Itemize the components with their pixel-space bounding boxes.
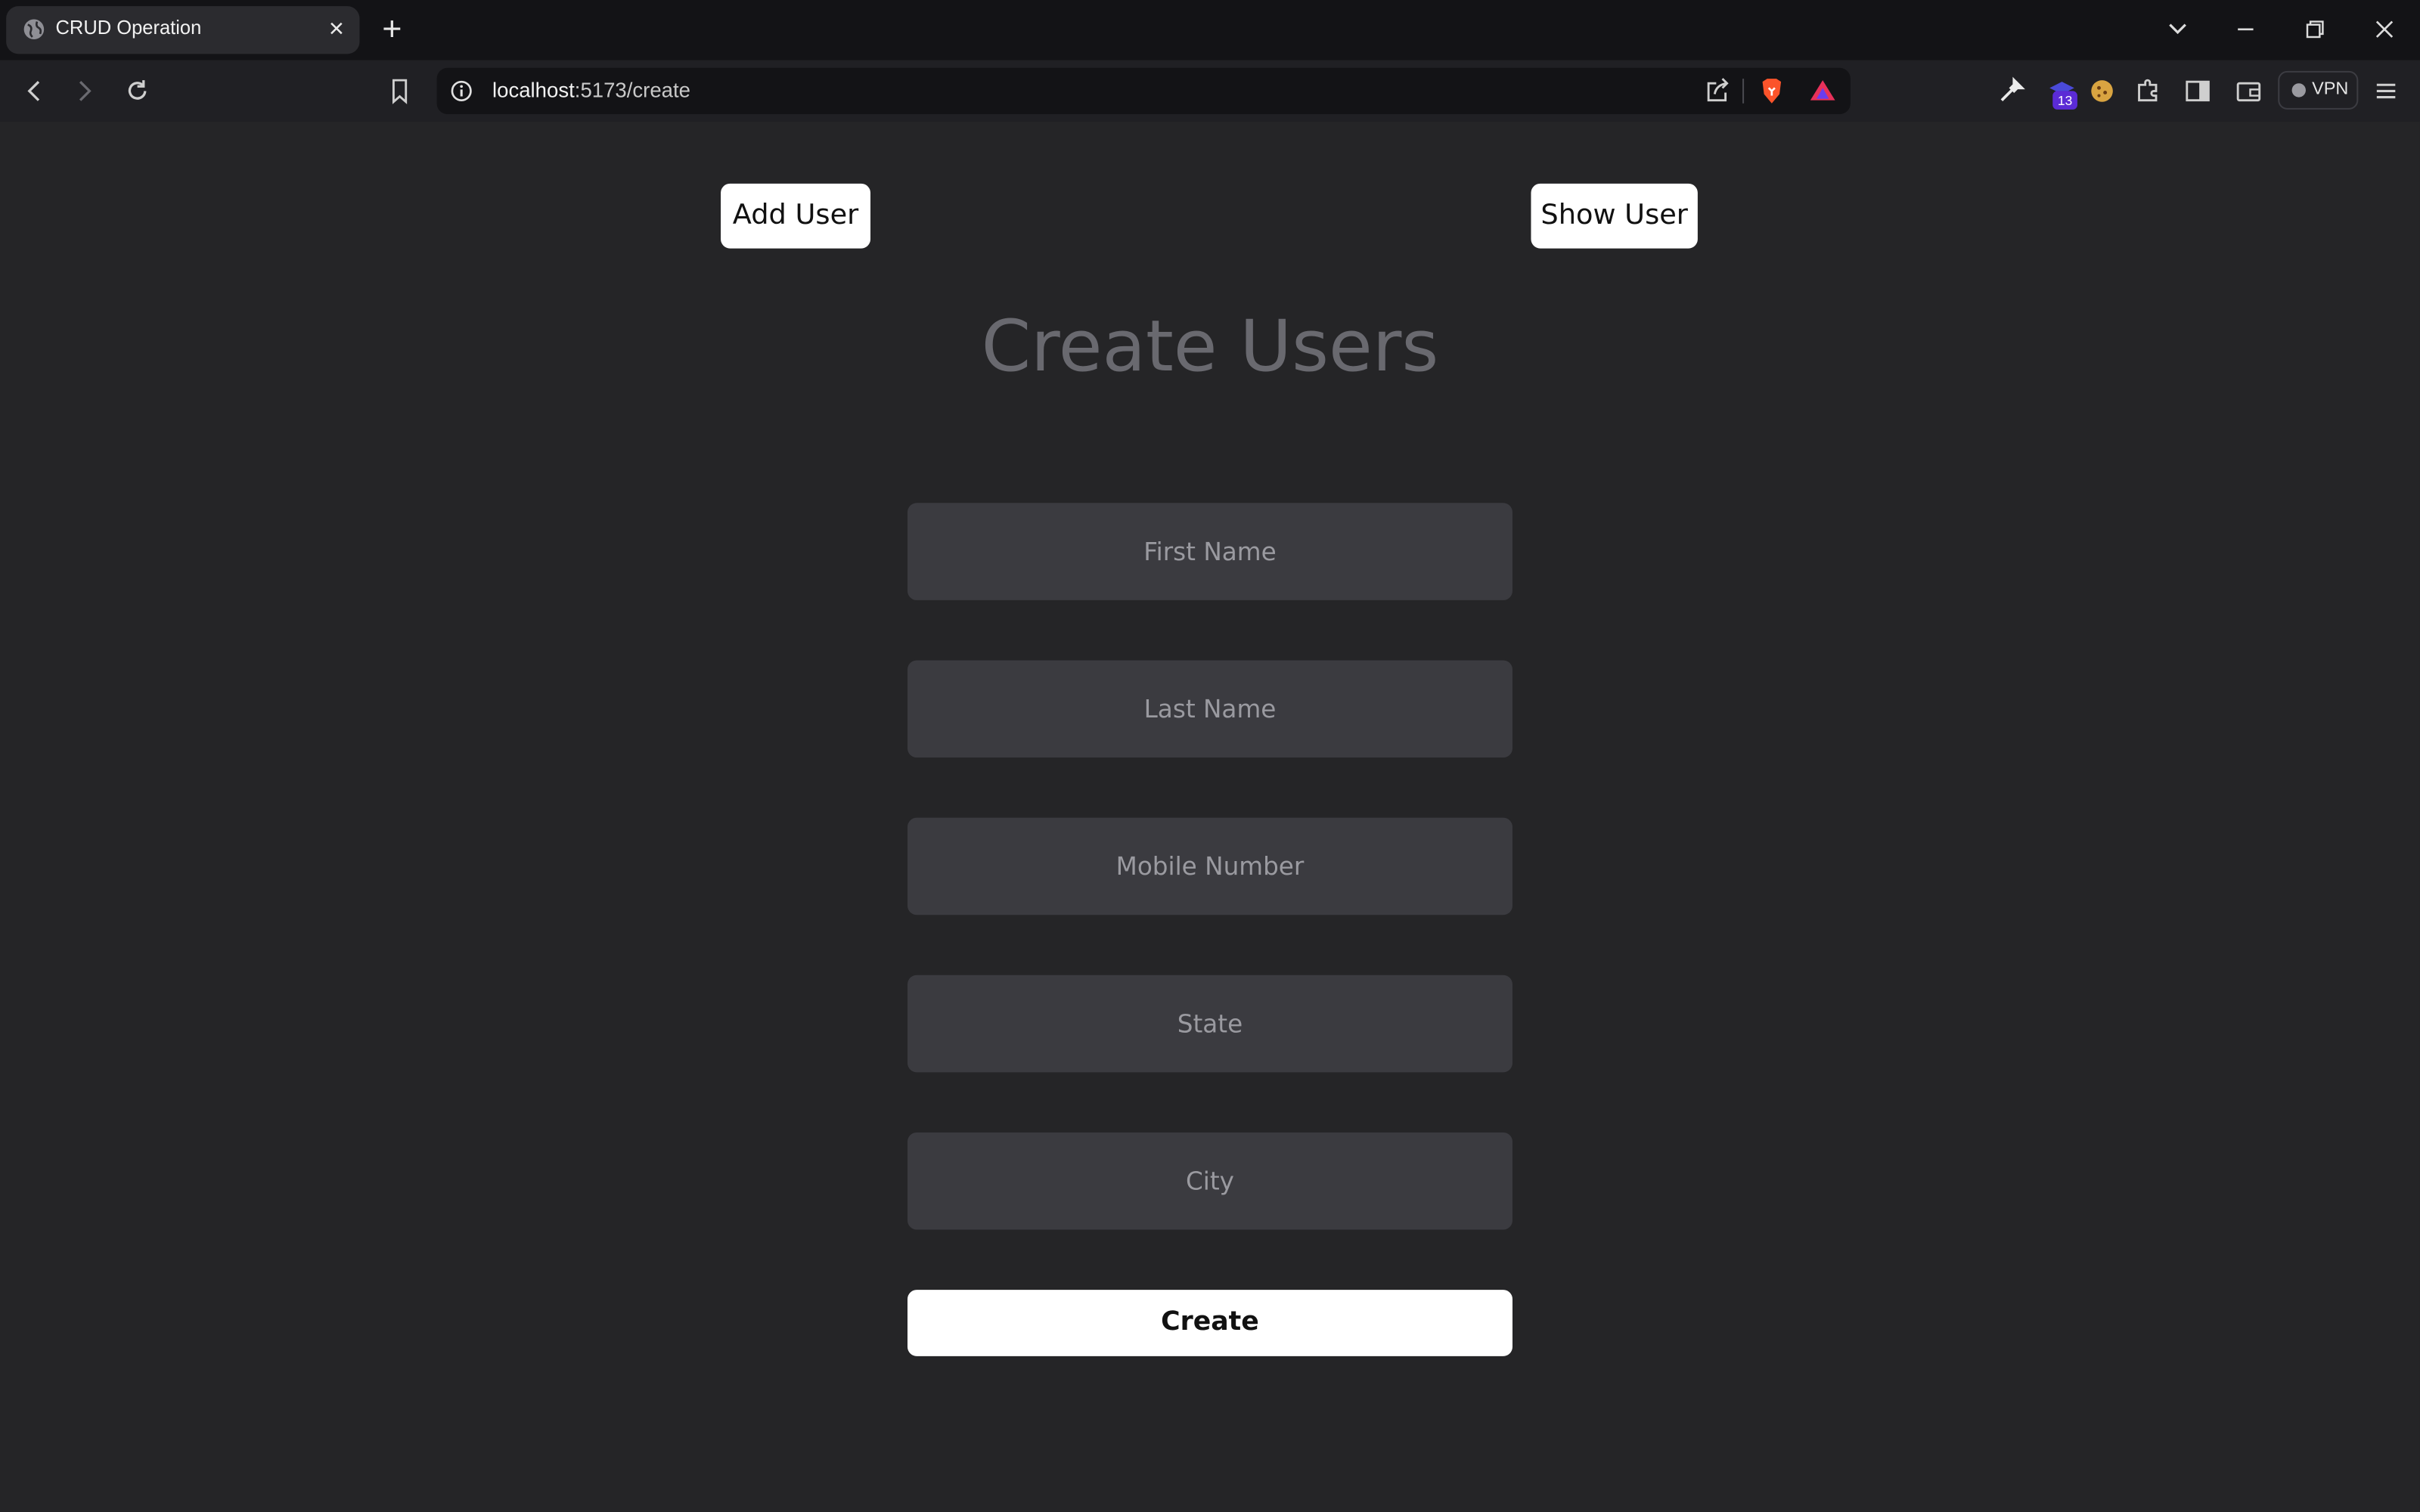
eyedropper-icon[interactable]	[1996, 76, 2027, 107]
minimize-icon[interactable]	[2229, 12, 2263, 46]
divider	[1742, 79, 1745, 104]
wallet-icon[interactable]	[2233, 76, 2264, 107]
create-button[interactable]: Create	[907, 1290, 1512, 1356]
show-user-button[interactable]: Show User	[1531, 183, 1698, 249]
site-info-icon[interactable]	[451, 80, 473, 102]
state-field[interactable]	[907, 974, 1512, 1073]
brave-rewards-icon[interactable]	[1807, 76, 1838, 107]
page-content: Add User Show User Create Users Create	[0, 122, 2420, 1512]
tab-title: CRUD Operation	[55, 17, 202, 39]
first-name-field[interactable]	[907, 503, 1512, 600]
sidebar-icon[interactable]	[2183, 76, 2214, 107]
brave-shields-icon[interactable]	[1756, 76, 1787, 107]
menu-hamburger-icon[interactable]	[2371, 76, 2402, 107]
back-icon[interactable]	[18, 76, 49, 107]
browser-tab[interactable]: CRUD Operation ×	[6, 6, 360, 54]
vpn-button[interactable]: VPN	[2278, 70, 2359, 110]
bookmark-icon[interactable]	[384, 76, 415, 107]
tab-search-chevron-icon[interactable]	[2161, 12, 2195, 46]
reload-icon[interactable]	[122, 76, 153, 107]
vpn-status-icon	[2291, 83, 2306, 98]
new-tab-icon[interactable]: +	[377, 11, 408, 45]
cookie-icon[interactable]	[2086, 76, 2118, 107]
forward-icon[interactable]	[70, 76, 101, 107]
vpn-label: VPN	[2312, 80, 2349, 99]
close-tab-icon[interactable]: ×	[324, 15, 349, 42]
add-user-button[interactable]: Add User	[721, 183, 871, 249]
share-icon[interactable]	[1702, 76, 1733, 107]
address-bar[interactable]: localhost:5173/create	[436, 67, 1851, 115]
restore-icon[interactable]	[2298, 12, 2332, 46]
extensions-puzzle-icon[interactable]	[2133, 76, 2164, 107]
extension-badge: 13	[2052, 91, 2077, 110]
close-window-icon[interactable]	[2368, 12, 2402, 46]
city-field[interactable]	[907, 1132, 1512, 1230]
url-text: localhost:5173/create	[492, 79, 690, 102]
globe-icon	[23, 19, 45, 40]
last-name-field[interactable]	[907, 660, 1512, 758]
tab-strip: CRUD Operation × +	[0, 0, 2420, 60]
mobile-number-field[interactable]	[907, 817, 1512, 916]
browser-toolbar: localhost:5173/create 13 VPN	[0, 60, 2420, 122]
page-title: Create Users	[981, 304, 1439, 388]
